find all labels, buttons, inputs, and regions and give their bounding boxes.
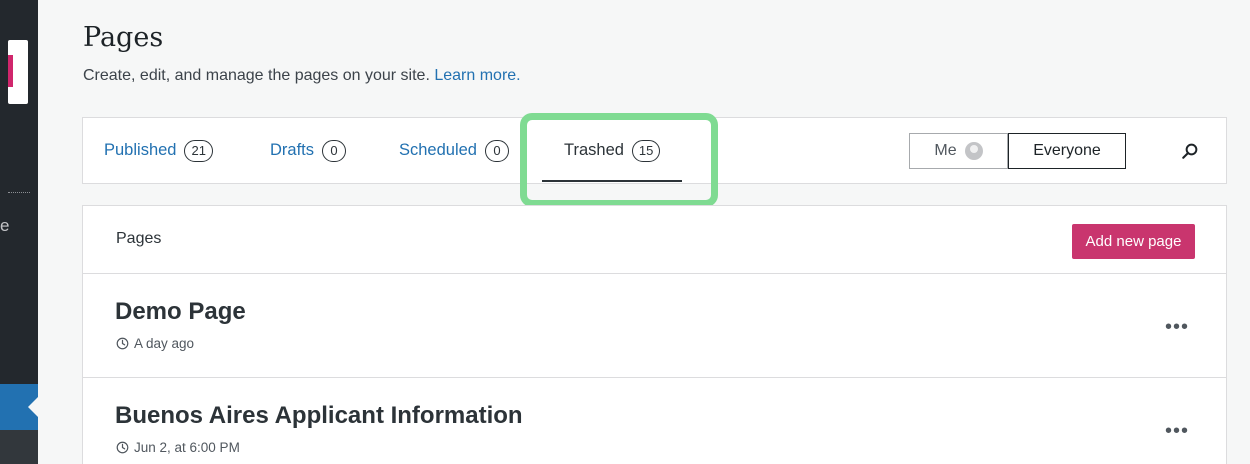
tab-drafts[interactable]: Drafts 0 (270, 118, 347, 183)
list-item: Buenos Aires Applicant Information Jun 2… (83, 378, 1226, 464)
add-new-page-button[interactable]: Add new page (1072, 224, 1195, 259)
filter-me-button[interactable]: Me (910, 134, 1008, 168)
more-actions-button[interactable]: ••• (1159, 419, 1195, 443)
search-icon (1182, 143, 1198, 159)
learn-more-link[interactable]: Learn more. (434, 67, 520, 84)
subtitle-text: Create, edit, and manage the pages on yo… (83, 67, 430, 84)
sidebar-divider (8, 192, 30, 193)
tab-count-badge: 21 (184, 139, 213, 162)
tab-count-badge: 0 (322, 139, 347, 162)
tab-label: Published (104, 141, 177, 159)
sidebar-item-pages-selected[interactable] (0, 384, 38, 430)
highlight-box (520, 113, 718, 207)
author-filter-toggle: Me Everyone (909, 133, 1126, 169)
page-title-link[interactable]: Buenos Aires Applicant Information (115, 402, 523, 430)
sidebar-item-label-fragment[interactable]: e (0, 216, 9, 236)
sidebar-submenu (0, 430, 38, 464)
list-item: Demo Page A day ago ••• (83, 274, 1226, 378)
search-button[interactable] (1173, 135, 1207, 167)
filter-me-label: Me (934, 142, 957, 159)
clock-icon (116, 441, 129, 454)
tab-label: Drafts (270, 141, 315, 159)
tab-label: Scheduled (399, 141, 477, 159)
sidebar-site-block[interactable] (8, 40, 28, 104)
tab-scheduled[interactable]: Scheduled 0 (399, 118, 509, 183)
page-meta: A day ago (116, 336, 194, 351)
admin-sidebar: e (0, 0, 38, 464)
panel-title: Pages (116, 230, 162, 247)
filter-everyone-label: Everyone (1033, 142, 1101, 159)
page-time: A day ago (134, 336, 195, 351)
panel-header: Pages Add new page (83, 206, 1226, 274)
page-subtitle: Create, edit, and manage the pages on yo… (83, 67, 521, 85)
tab-published[interactable]: Published 21 (104, 118, 213, 183)
page-title: Pages (83, 22, 164, 53)
tab-count-badge: 0 (484, 139, 509, 162)
selected-indicator (28, 397, 38, 417)
sidebar-accent-bar (8, 55, 13, 87)
pages-list-panel: Pages Add new page Demo Page A day ago •… (82, 205, 1227, 464)
more-actions-button[interactable]: ••• (1159, 315, 1195, 339)
page-time: Jun 2, at 6:00 PM (134, 440, 240, 455)
avatar-icon (964, 142, 983, 160)
page-meta: Jun 2, at 6:00 PM (116, 440, 240, 455)
page-title-link[interactable]: Demo Page (115, 298, 246, 326)
clock-icon (116, 337, 129, 350)
filter-everyone-button[interactable]: Everyone (1008, 133, 1126, 169)
